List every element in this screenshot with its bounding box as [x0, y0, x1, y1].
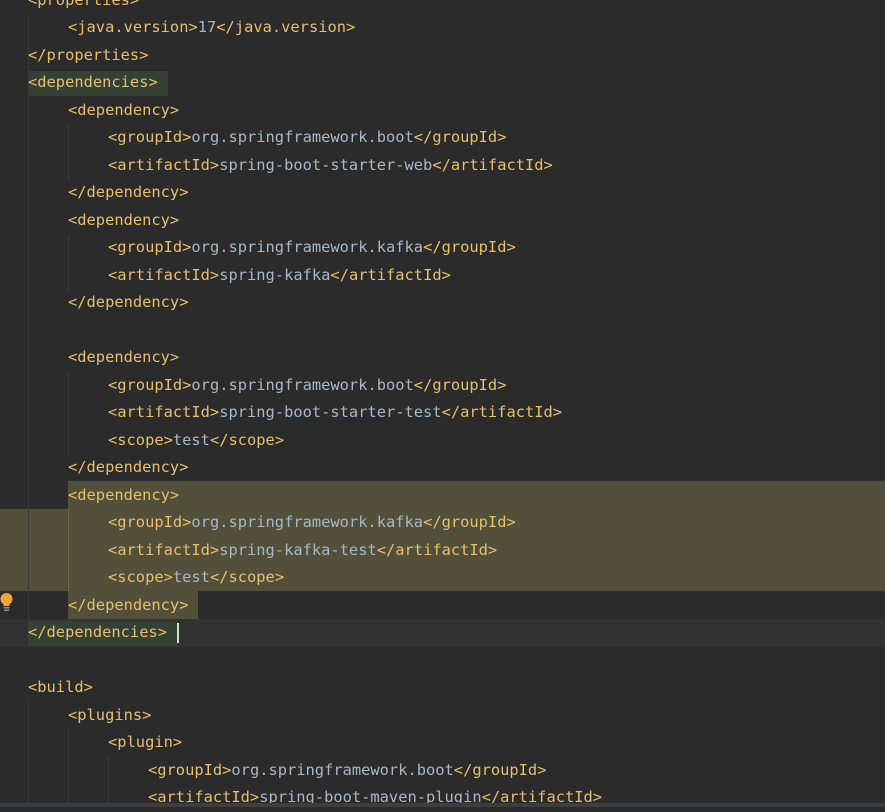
- code-line[interactable]: <artifactId>spring-kafka-test</artifactI…: [0, 537, 885, 565]
- xml-tag: <artifactId>: [108, 155, 220, 174]
- code-line[interactable]: [0, 317, 885, 345]
- code-line[interactable]: <build>: [0, 674, 885, 702]
- xml-tag: </groupId>: [413, 128, 507, 146]
- editor-bottom-border: [0, 803, 885, 807]
- xml-text: org.springframework.boot: [191, 128, 414, 146]
- xml-tag: </artifactId>: [441, 403, 563, 421]
- code-line[interactable]: <scope>test</scope>: [0, 427, 885, 455]
- xml-tag: </groupId>: [423, 238, 516, 256]
- code-line[interactable]: </dependency>: [0, 592, 885, 620]
- xml-tag: <groupId>: [148, 760, 232, 779]
- code-line[interactable]: <groupId>org.springframework.boot</group…: [0, 757, 885, 785]
- xml-tag: </dependency>: [68, 595, 189, 614]
- xml-tag: <groupId>: [108, 128, 192, 146]
- code-line[interactable]: <artifactId>spring-boot-maven-plugin</ar…: [0, 784, 885, 812]
- xml-tag: </dependency>: [68, 458, 189, 476]
- xml-tag: <groupId>: [108, 375, 192, 394]
- xml-tag: </properties>: [28, 45, 149, 64]
- xml-tag: </dependencies>: [28, 623, 167, 641]
- xml-tag: </java.version>: [216, 18, 356, 36]
- code-line[interactable]: <groupId>org.springframework.boot</group…: [0, 124, 885, 152]
- xml-tag: <artifactId>: [108, 540, 220, 559]
- xml-tag: </scope>: [209, 430, 285, 449]
- code-line[interactable]: <dependency>: [0, 344, 885, 372]
- code-line[interactable]: </properties>: [0, 42, 885, 70]
- code-line[interactable]: <plugins>: [0, 702, 885, 730]
- code-line[interactable]: <groupId>org.springframework.boot</group…: [0, 372, 885, 400]
- code-line[interactable]: <java.version>17</java.version>: [0, 14, 885, 42]
- code-line[interactable]: <scope>test</scope>: [0, 564, 885, 592]
- xml-text: test: [172, 568, 210, 586]
- code-line[interactable]: <artifactId>spring-boot-starter-web</art…: [0, 152, 885, 180]
- xml-tag: </artifactId>: [330, 265, 451, 284]
- xml-tag: </dependency>: [68, 293, 189, 311]
- xml-text: org.springframework.boot: [231, 760, 454, 779]
- xml-tag: <groupId>: [108, 238, 192, 256]
- xml-tag: <dependency>: [68, 210, 180, 229]
- xml-tag: <dependency>: [68, 485, 180, 504]
- code-line[interactable]: </dependency>: [0, 289, 885, 317]
- code-line[interactable]: </dependency>: [0, 454, 885, 482]
- code-line[interactable]: <dependencies>: [0, 69, 885, 97]
- xml-tag: </groupId>: [423, 513, 516, 531]
- xml-text: spring-boot-starter-test: [219, 403, 442, 421]
- xml-tag: <properties>: [28, 0, 139, 9]
- code-line[interactable]: <dependency>: [0, 482, 885, 510]
- code-line[interactable]: <artifactId>spring-kafka</artifactId>: [0, 262, 885, 290]
- xml-tag: <dependency>: [68, 100, 180, 119]
- xml-text: spring-kafka: [219, 265, 331, 284]
- code-line[interactable]: <dependency>: [0, 207, 885, 235]
- xml-text: org.springframework.boot: [191, 375, 414, 394]
- code-line[interactable]: </dependency>: [0, 179, 885, 207]
- xml-tag: </groupId>: [413, 375, 507, 394]
- xml-tag: <java.version>: [68, 18, 198, 36]
- xml-tag: <dependencies>: [28, 73, 158, 91]
- xml-tag: <scope>: [108, 568, 173, 586]
- code-line[interactable]: [0, 647, 885, 675]
- xml-text: spring-kafka-test: [219, 540, 377, 559]
- code-line[interactable]: <groupId>org.springframework.kafka</grou…: [0, 509, 885, 537]
- text-caret: [177, 623, 179, 643]
- xml-tag: </dependency>: [68, 183, 189, 201]
- code-line[interactable]: <plugin>: [0, 729, 885, 757]
- xml-tag: <plugin>: [108, 733, 183, 751]
- code-line[interactable]: <dependency>: [0, 97, 885, 125]
- code-line[interactable]: </dependencies>: [0, 619, 885, 647]
- xml-tag: </scope>: [209, 568, 285, 586]
- xml-tag: <dependency>: [68, 348, 180, 366]
- xml-tag: <artifactId>: [108, 403, 220, 421]
- xml-text: 17: [197, 18, 217, 36]
- xml-tag: </artifactId>: [432, 155, 553, 174]
- code-editor[interactable]: <properties> <java.version>17</java.versi…: [0, 0, 885, 807]
- xml-tag: <scope>: [108, 430, 173, 449]
- xml-tag: </groupId>: [453, 760, 547, 779]
- xml-tag: <plugins>: [68, 705, 152, 724]
- xml-text: org.springframework.kafka: [191, 238, 424, 256]
- xml-tag: </artifactId>: [376, 540, 498, 559]
- xml-tag: <artifactId>: [108, 265, 220, 284]
- xml-tag: <build>: [28, 678, 93, 696]
- code-line[interactable]: <groupId>org.springframework.kafka</grou…: [0, 234, 885, 262]
- xml-text: org.springframework.kafka: [191, 513, 424, 531]
- lightbulb-icon[interactable]: [0, 592, 13, 616]
- xml-text: spring-boot-starter-web: [219, 155, 433, 174]
- xml-tag: <groupId>: [108, 513, 192, 531]
- xml-text: test: [172, 430, 210, 449]
- code-line[interactable]: <properties>: [0, 0, 885, 14]
- code-line[interactable]: <artifactId>spring-boot-starter-test</ar…: [0, 399, 885, 427]
